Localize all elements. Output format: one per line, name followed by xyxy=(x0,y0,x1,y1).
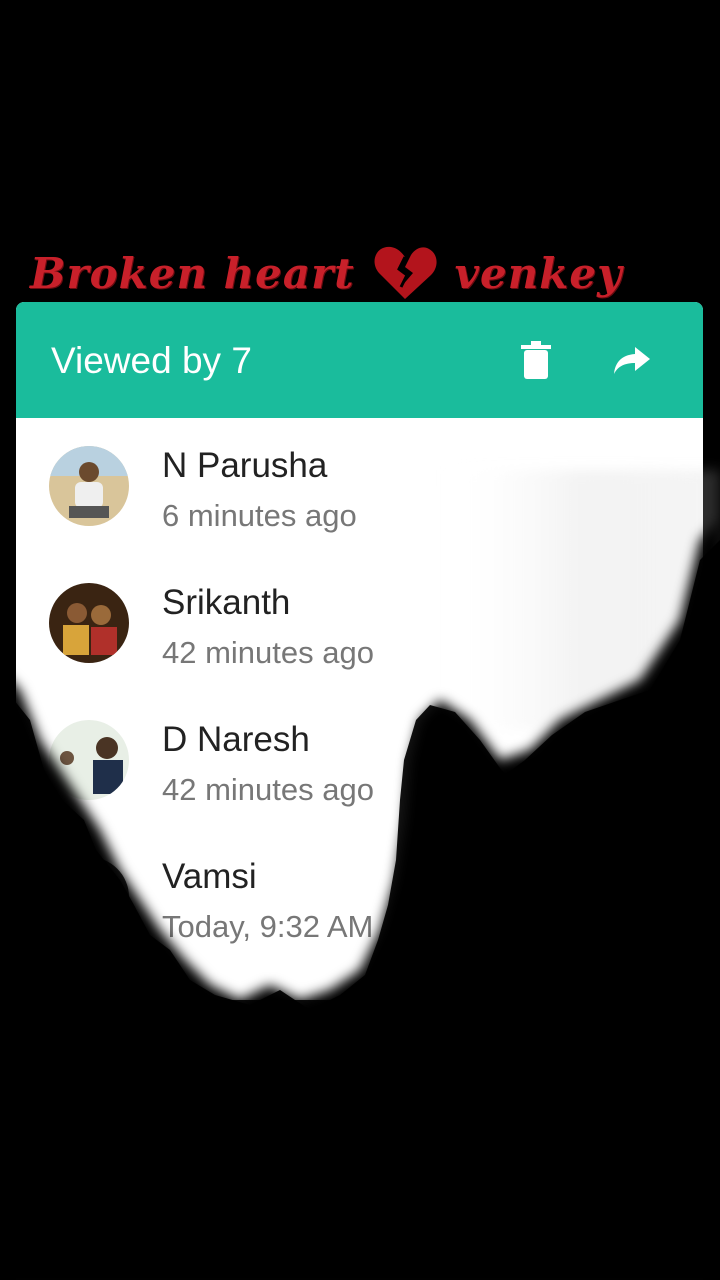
list-item[interactable] xyxy=(16,966,703,1103)
avatar xyxy=(49,720,129,800)
brand-text-right: venkey xyxy=(454,248,623,298)
forward-button[interactable] xyxy=(612,340,652,380)
viewer-time: Today, 9:32 AM xyxy=(162,909,374,944)
trash-icon xyxy=(521,341,551,379)
brand-text-left: Broken heart xyxy=(30,248,355,298)
avatar xyxy=(49,583,129,663)
viewer-time: 42 minutes ago xyxy=(162,772,374,807)
avatar xyxy=(49,1131,129,1211)
viewer-name: Vamsi xyxy=(162,857,257,896)
avatar xyxy=(49,994,129,1074)
viewer-time: 42 minutes ago xyxy=(162,635,374,670)
avatar xyxy=(49,446,129,526)
forward-arrow-icon xyxy=(614,347,650,374)
viewer-name: D Naresh xyxy=(162,720,310,759)
brand-watermark: Broken heart venkey xyxy=(30,238,720,308)
list-item[interactable]: Vamsi Today, 9:32 AM xyxy=(16,829,703,966)
viewer-time: 6 minutes ago xyxy=(162,498,357,533)
viewers-card: Viewed by 7 N Parusha 6 minutes ago Srik… xyxy=(16,302,703,1280)
viewer-name: N Parusha xyxy=(162,446,328,485)
list-item[interactable]: D Naresh 42 minutes ago xyxy=(16,692,703,829)
list-item[interactable]: Srikanth 42 minutes ago xyxy=(16,555,703,692)
page-title: Viewed by 7 xyxy=(51,340,252,381)
list-item[interactable] xyxy=(16,1103,703,1240)
viewer-name: Srikanth xyxy=(162,583,291,622)
delete-button[interactable] xyxy=(516,340,556,380)
viewers-header: Viewed by 7 xyxy=(16,302,703,418)
status-viewers-screen: Broken heart venkey Viewed by 7 N Parush… xyxy=(0,0,720,1280)
broken-heart-icon xyxy=(374,246,437,299)
avatar xyxy=(49,857,129,937)
list-item[interactable]: N Parusha 6 minutes ago xyxy=(16,418,703,555)
